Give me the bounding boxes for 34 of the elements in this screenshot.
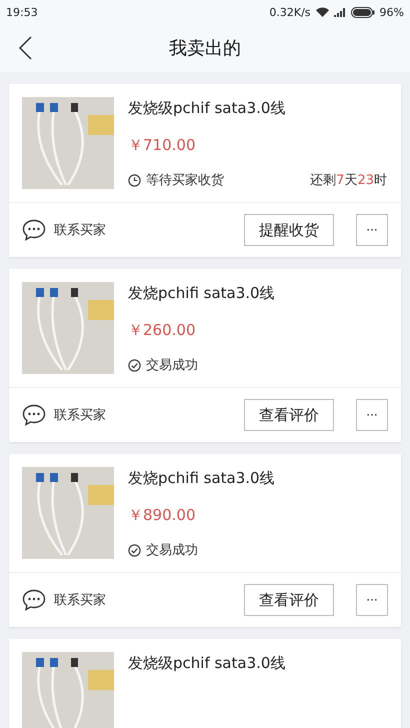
product-price: ￥260.00: [128, 321, 196, 340]
contact-buyer-link[interactable]: 联系买家: [54, 591, 106, 609]
back-icon[interactable]: [18, 36, 32, 60]
contact-buyer-link[interactable]: 联系买家: [54, 406, 106, 424]
network-speed: 0.32K/s: [269, 6, 311, 18]
time-remaining: 还剩7天23时: [310, 172, 387, 189]
order-action-button[interactable]: 查看评价: [244, 584, 334, 616]
battery-icon: [350, 6, 375, 18]
page-title: 我卖出的: [169, 37, 241, 60]
battery-percent: 96%: [380, 6, 404, 18]
chat-bubble-icon[interactable]: [22, 404, 46, 426]
chat-bubble-icon[interactable]: [22, 589, 46, 611]
product-title: 发烧pchifi sata3.0线: [128, 284, 276, 303]
signal-icon: [334, 8, 346, 16]
product-title: 发烧级pchif sata3.0线: [128, 99, 286, 118]
check-circle-icon: [128, 358, 141, 372]
product-price: ￥890.00: [128, 506, 196, 525]
wifi-icon: [316, 7, 329, 17]
more-button[interactable]: ···: [356, 584, 388, 616]
contact-buyer-link[interactable]: 联系买家: [54, 221, 106, 239]
check-circle-icon: [128, 544, 141, 556]
product-title: 发烧pchifi sata3.0线: [128, 469, 276, 488]
clock-time: 19:53: [6, 6, 38, 18]
product-price: ￥710.00: [128, 136, 196, 155]
order-action-button[interactable]: 查看评价: [244, 399, 334, 431]
more-button[interactable]: ···: [356, 399, 388, 431]
chat-bubble-icon[interactable]: [22, 219, 46, 241]
order-status: 交易成功: [146, 357, 198, 374]
order-status: 等待买家收货: [146, 172, 224, 189]
order-status: 交易成功: [146, 542, 198, 559]
product-title: 发烧级pchif sata3.0线: [128, 654, 286, 673]
clock-icon: [128, 174, 141, 186]
more-button[interactable]: ···: [356, 214, 388, 246]
order-action-button[interactable]: 提醒收货: [244, 214, 334, 246]
